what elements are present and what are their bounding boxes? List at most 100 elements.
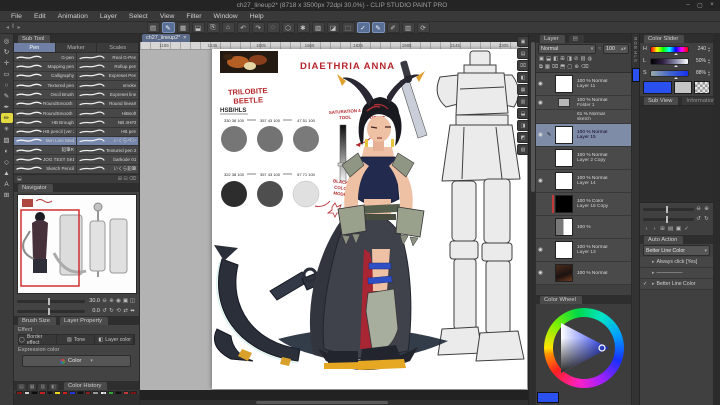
- sub-view-icon[interactable]: ✓: [683, 226, 690, 232]
- layer-row[interactable]: ◉ ✎ 100 %: [536, 216, 631, 239]
- subtool-category-tab[interactable]: Scales: [97, 43, 140, 52]
- toolbar-icon[interactable]: ◌: [266, 22, 280, 33]
- effect-button[interactable]: ◯ Border effect: [19, 334, 57, 346]
- rotate-slider[interactable]: [17, 307, 85, 315]
- toolbar-icon[interactable]: ✎: [161, 22, 175, 33]
- tool-icon[interactable]: ✒: [1, 102, 13, 112]
- sub-view-icon[interactable]: ▣: [675, 226, 682, 232]
- layer-row[interactable]: ◉ ✎ 100 % Normal Layer 14: [536, 170, 631, 193]
- zoom-icon[interactable]: ◉: [115, 298, 122, 304]
- layer-toolbar-icon[interactable]: ⌫: [581, 64, 589, 71]
- canvas-page[interactable]: DIAETHRIA ANNA TRILOBITE BEETLE HSB/HLS …: [212, 49, 527, 389]
- zoom-slider[interactable]: [17, 297, 85, 305]
- zoom-icon[interactable]: ⊕: [108, 298, 115, 304]
- tool-icon[interactable]: A: [1, 179, 13, 189]
- zoom-icon[interactable]: ▣: [122, 298, 129, 304]
- toolbar-icon[interactable]: ▧: [311, 22, 325, 33]
- tool-icon[interactable]: ✳: [1, 124, 13, 134]
- layer-row[interactable]: ◉ ✎ 100 % Color Layer 18 Copy: [536, 193, 631, 216]
- brush-item[interactable]: twin Line Mod: [14, 136, 77, 147]
- sub-view-icon[interactable]: ›: [651, 226, 658, 232]
- rotate-right-icon[interactable]: ↻: [703, 216, 710, 222]
- toolbar-icon[interactable]: ↶: [236, 22, 250, 33]
- brush-item[interactable]: Oscil Brush: [14, 90, 77, 100]
- rotate-icon[interactable]: ⟲: [115, 308, 122, 314]
- menu-item[interactable]: File: [6, 13, 27, 20]
- menu-item[interactable]: Filter: [181, 13, 206, 20]
- side-tab-hls[interactable]: HLS: [633, 51, 638, 63]
- layer-toolbar-icon[interactable]: ▦: [545, 64, 550, 71]
- toolbar-icon[interactable]: ⬚: [341, 22, 355, 33]
- tool-icon[interactable]: ○: [1, 80, 13, 90]
- sub-view-tab[interactable]: Sub View: [644, 97, 679, 105]
- layer-row[interactable]: ◉ ✎ 100 % Normal Layer 2 Copy: [536, 147, 631, 170]
- side-tab-rgb[interactable]: RGB: [633, 37, 638, 50]
- history-icon[interactable]: ▤: [17, 384, 26, 390]
- layer-visibility-eye-icon[interactable]: ◉: [536, 247, 545, 253]
- layers-secondary-tab-icon[interactable]: ▤: [568, 35, 584, 43]
- tool-icon[interactable]: ⊞: [1, 190, 13, 200]
- quick-command-icon[interactable]: ◩: [517, 132, 528, 143]
- layer-toolbar-icon[interactable]: ◧: [553, 56, 558, 62]
- subtool-category-tab[interactable]: Marker: [56, 43, 98, 52]
- layer-row[interactable]: ◉ ✎ 100 % Normal: [536, 262, 631, 285]
- sub-view-icon[interactable]: ⊞: [659, 226, 666, 232]
- brush-item[interactable]: Expreset line: [77, 90, 140, 100]
- tool-icon[interactable]: ↻: [1, 47, 13, 57]
- tool-icon[interactable]: ◇: [1, 157, 13, 167]
- auto-action-item[interactable]: ✓ ▸ —————: [640, 268, 713, 279]
- brush-item[interactable]: Rollup pen: [77, 62, 140, 72]
- layer-row[interactable]: ◉ ✎ 100 % Normal Folder 1: [536, 96, 631, 110]
- brush-item[interactable]: Round lineart: [77, 99, 140, 109]
- rotate-icon[interactable]: ⇄: [122, 308, 129, 314]
- quick-command-icon[interactable]: ⌧: [517, 60, 528, 71]
- sub-view-icon[interactable]: ▤: [667, 226, 674, 232]
- expand-arrow-icon[interactable]: ▸: [652, 259, 655, 265]
- brush-item[interactable]: barkode 01: [77, 155, 140, 165]
- layer-toolbar-icon[interactable]: ⧉: [539, 64, 543, 71]
- color-wheel[interactable]: [536, 304, 631, 404]
- layer-visibility-eye-icon[interactable]: ◉: [536, 178, 545, 184]
- toolbar-nav-arrows[interactable]: ◂ ‖ ▸: [0, 24, 27, 31]
- brush-item[interactable]: Expreset Pen: [77, 71, 140, 81]
- toolbar-icon[interactable]: ▥: [401, 22, 415, 33]
- sv-triangle[interactable]: [553, 317, 615, 379]
- brush-item[interactable]: Textured pen: [14, 80, 77, 91]
- quick-command-icon[interactable]: ▥: [517, 96, 528, 107]
- subtool-footer-icons[interactable]: ⊞ ⊟ ⌫: [118, 176, 136, 182]
- slider-stepper[interactable]: ▴ ▾: [708, 58, 710, 65]
- opacity-slider-icon[interactable]: ≈: [598, 46, 601, 52]
- window-control-button[interactable]: ▢: [696, 2, 704, 9]
- plus-icon[interactable]: ⊕: [703, 206, 710, 212]
- toolbar-icon[interactable]: ⬡: [281, 22, 295, 33]
- blend-mode-dropdown[interactable]: Normal ▾: [538, 44, 597, 54]
- subtool-tab[interactable]: Sub Tool: [18, 35, 51, 43]
- brush-item[interactable]: RoundSmooth 3: [14, 108, 77, 119]
- zoom-icon[interactable]: ⊖: [101, 298, 108, 304]
- history-icon[interactable]: ◧: [49, 384, 58, 390]
- layer-visibility-eye-icon[interactable]: ◉: [536, 100, 545, 106]
- toolbar-icon[interactable]: ✱: [296, 22, 310, 33]
- navigator-thumbnail[interactable]: [17, 194, 137, 294]
- sub-view-rotate-slider[interactable]: [643, 215, 694, 223]
- history-icon[interactable]: ▦: [27, 384, 37, 390]
- toolbar-icon[interactable]: ▦: [176, 22, 190, 33]
- auto-action-preset-dropdown[interactable]: Better Line Color ▾: [643, 245, 710, 256]
- tool-icon[interactable]: ◐: [1, 146, 13, 156]
- menu-item[interactable]: Help: [245, 13, 269, 20]
- toolbar-icon[interactable]: ⟳: [416, 22, 430, 33]
- panel-tab[interactable]: Brush Size: [18, 317, 57, 325]
- document-tab[interactable]: ch27_lineup2* ×: [142, 34, 191, 42]
- brush-item[interactable]: いくら鉛筆: [77, 164, 140, 175]
- brush-item[interactable]: Calligraphy: [14, 71, 77, 81]
- tool-icon[interactable]: ✎: [1, 91, 13, 101]
- current-color-swatch[interactable]: [537, 392, 559, 403]
- layer-visibility-eye-icon[interactable]: ◉: [536, 132, 545, 138]
- menu-item[interactable]: Select: [124, 13, 153, 20]
- effect-button[interactable]: ▨ Tone: [58, 335, 96, 344]
- window-control-button[interactable]: –: [684, 2, 692, 9]
- toolbar-icon[interactable]: ✓: [356, 22, 370, 33]
- menu-item[interactable]: Window: [209, 13, 243, 20]
- slider-track[interactable]: [650, 57, 689, 67]
- rotate-icon[interactable]: ⬌: [129, 308, 136, 314]
